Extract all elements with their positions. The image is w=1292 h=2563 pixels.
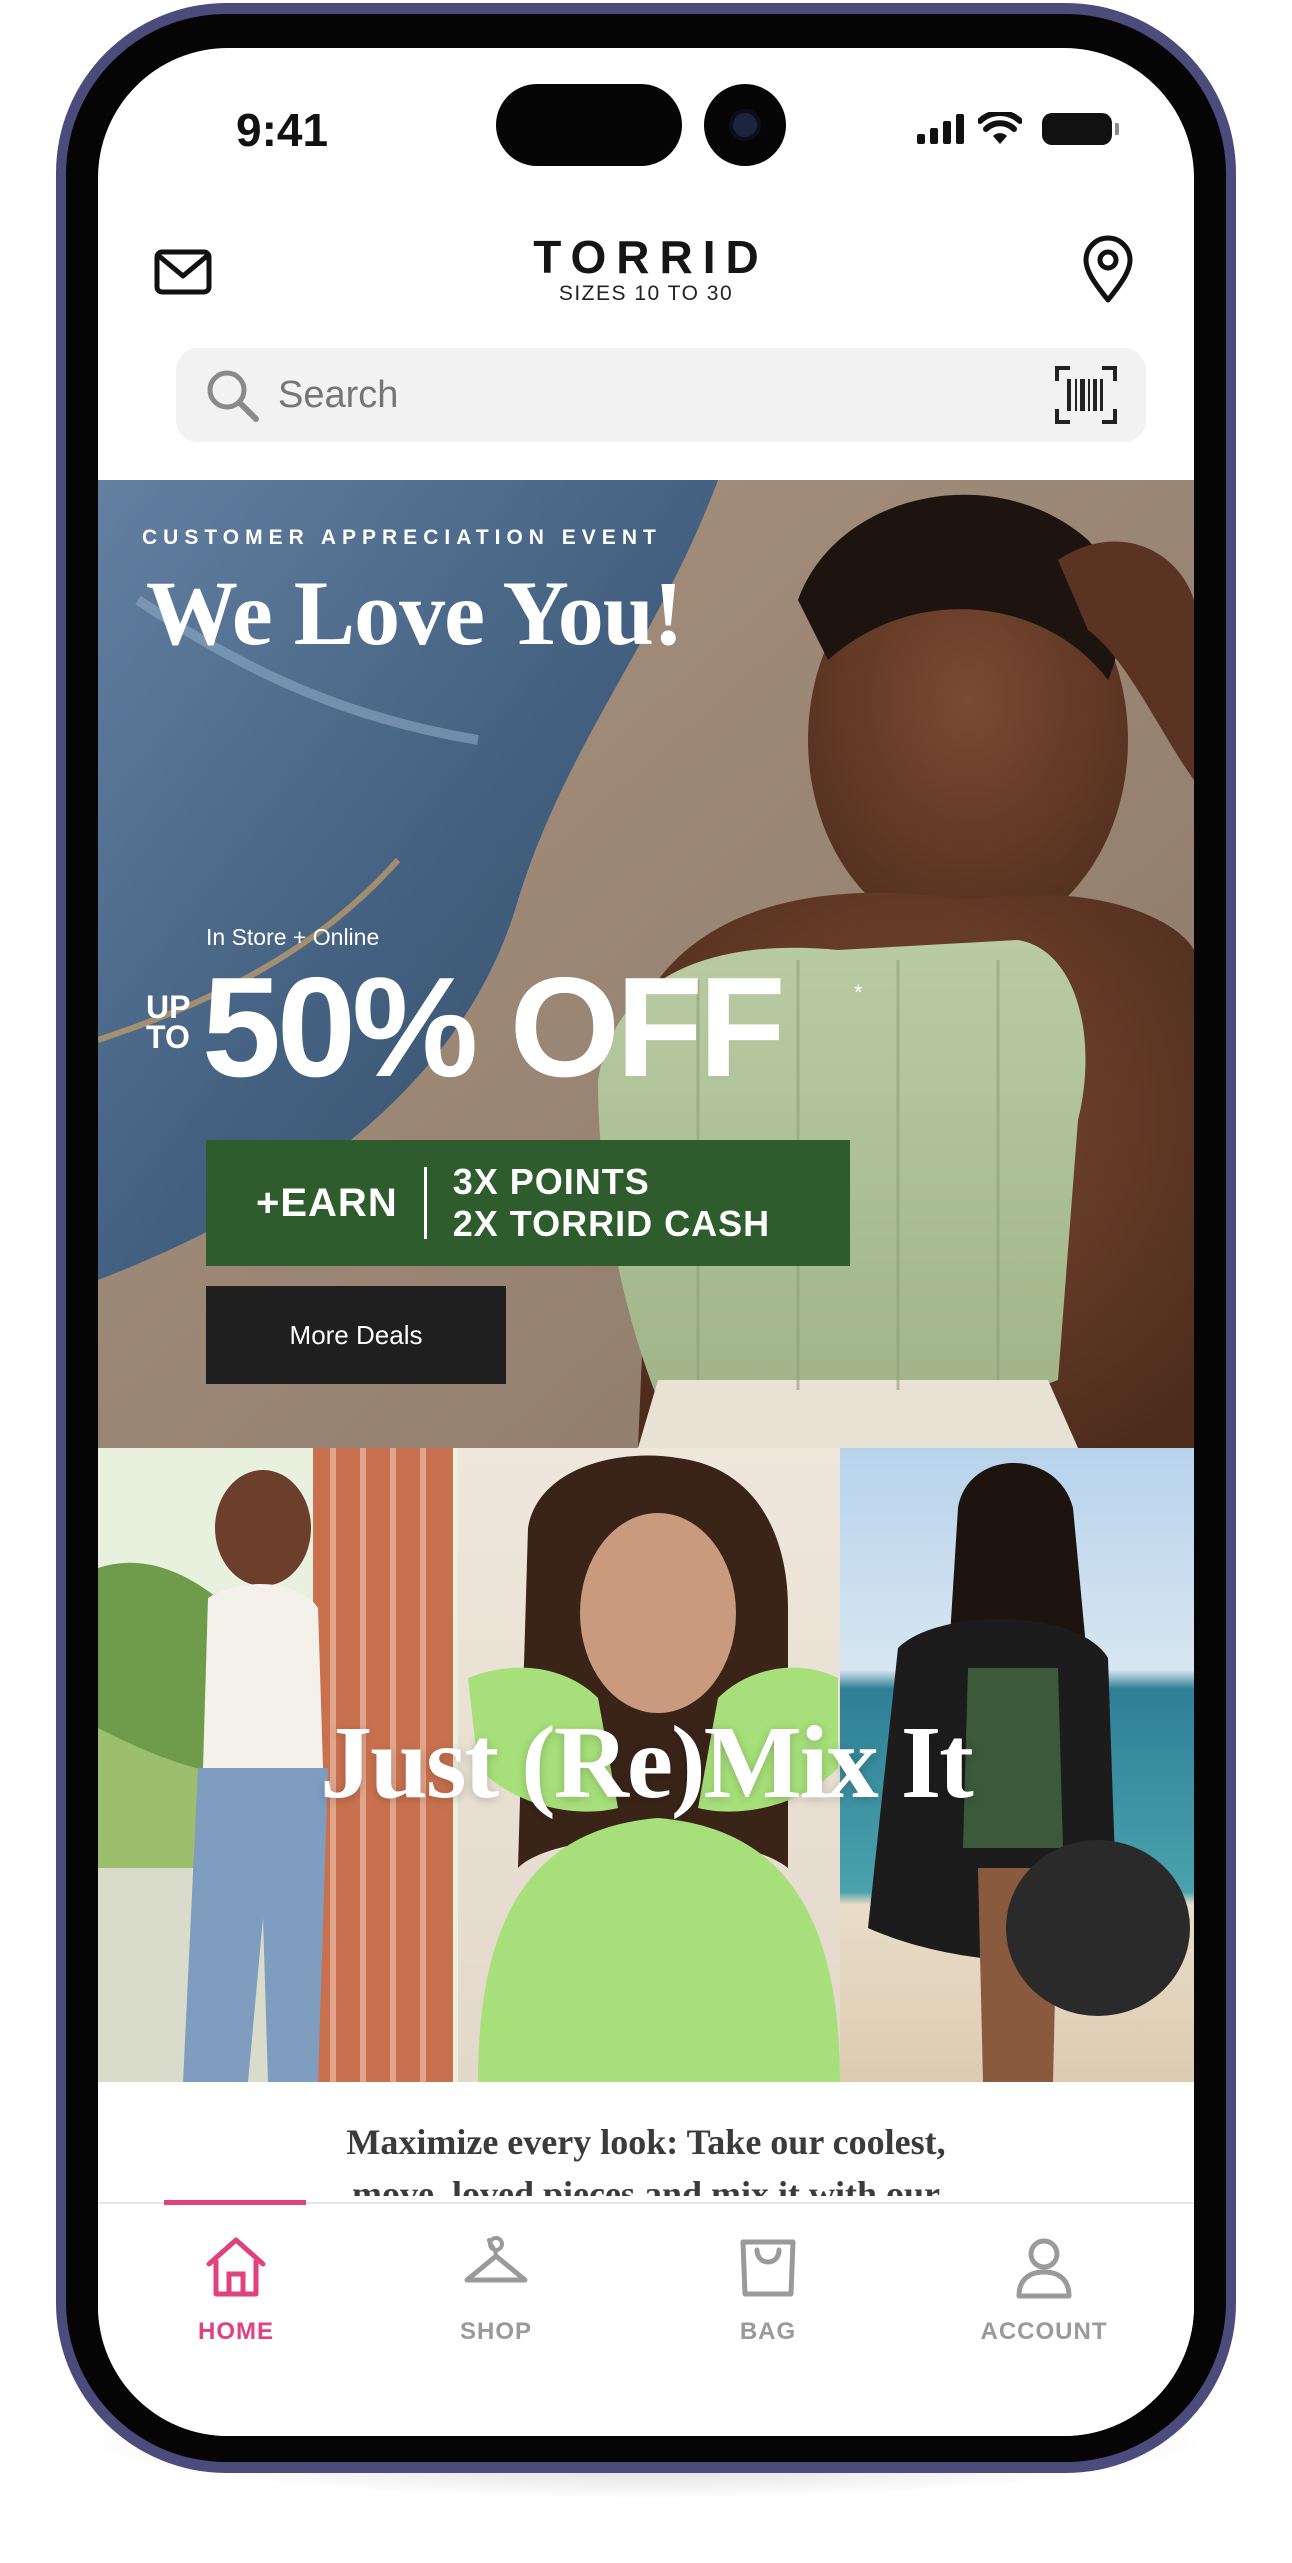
app-screen: 9:41 TORRID SIZES 10 TO 30 Search CUSTOM… bbox=[98, 48, 1194, 2436]
brand-name: TORRID bbox=[533, 231, 769, 283]
tab-home-label: HOME bbox=[198, 2318, 274, 2345]
brand-tagline: SIZES 10 TO 30 bbox=[558, 282, 734, 305]
earn-rewards-badge: +EARN 3X POINTS 2X TORRID CASH bbox=[206, 1140, 850, 1266]
search-icon bbox=[207, 370, 259, 422]
account-icon bbox=[1016, 2238, 1072, 2299]
hero-up-to-line2: TO bbox=[146, 1019, 190, 1055]
hero-channel: In Store + Online bbox=[206, 924, 380, 950]
status-icons bbox=[917, 112, 1119, 146]
hero-discount: 50% OFF bbox=[202, 948, 786, 1107]
promo-description: Maximize every look: Take our coolest, m… bbox=[98, 2116, 1194, 2196]
wifi-icon bbox=[978, 112, 1022, 144]
battery-icon bbox=[1042, 113, 1119, 145]
hero-banner[interactable]: CUSTOMER APPRECIATION EVENT We Love You!… bbox=[98, 480, 1194, 1448]
home-icon bbox=[206, 2237, 266, 2297]
tab-account-label: ACCOUNT bbox=[980, 2318, 1108, 2345]
more-deals-button[interactable]: More Deals bbox=[206, 1286, 506, 1384]
hanger-icon bbox=[464, 2236, 528, 2283]
cellular-signal-icon bbox=[917, 114, 964, 144]
hero-up-to-line1: UP bbox=[146, 989, 191, 1025]
search-input[interactable] bbox=[278, 373, 978, 417]
promo-line-1: Maximize every look: Take our coolest, bbox=[346, 2122, 946, 2162]
barcode-scan-icon[interactable] bbox=[1054, 365, 1118, 425]
status-time: 9:41 bbox=[236, 104, 329, 156]
brand-logo[interactable]: TORRID SIZES 10 TO 30 bbox=[98, 230, 1194, 306]
camera-icon bbox=[704, 84, 786, 166]
earn-divider bbox=[423, 1167, 427, 1239]
promo-line-2: move–loved pieces and mix it with our bbox=[352, 2174, 940, 2196]
active-tab-indicator bbox=[164, 2200, 306, 2205]
bottom-tab-bar: HOME SHOP BAG ACCOUNT bbox=[98, 2200, 1194, 2436]
bag-icon bbox=[740, 2239, 796, 2297]
tab-bag-label: BAG bbox=[739, 2318, 797, 2345]
store-locator-icon[interactable] bbox=[1080, 234, 1136, 304]
collage-title: Just (Re)Mix It bbox=[320, 1705, 974, 1820]
tab-home[interactable]: HOME bbox=[136, 2234, 336, 2346]
earn-cash: 2X TORRID CASH bbox=[452, 1203, 771, 1244]
hero-eyebrow: CUSTOMER APPRECIATION EVENT bbox=[142, 526, 662, 549]
earn-label: +EARN bbox=[256, 1180, 398, 1225]
earn-points: 3X POINTS bbox=[452, 1161, 650, 1202]
hero-title: We Love You! bbox=[146, 562, 684, 664]
tab-bag[interactable]: BAG bbox=[668, 2234, 868, 2346]
remix-collage-banner[interactable]: Just (Re)Mix It bbox=[98, 1448, 1194, 2082]
tab-account[interactable]: ACCOUNT bbox=[944, 2234, 1144, 2346]
tab-shop[interactable]: SHOP bbox=[396, 2234, 596, 2346]
earn-details: 3X POINTS 2X TORRID CASH bbox=[453, 1161, 770, 1245]
tab-shop-label: SHOP bbox=[459, 2318, 532, 2345]
search-bar[interactable] bbox=[176, 348, 1146, 442]
hero-asterisk: * bbox=[854, 980, 863, 1005]
dynamic-island bbox=[496, 84, 682, 166]
hero-up-to: UP TO bbox=[146, 989, 196, 1055]
